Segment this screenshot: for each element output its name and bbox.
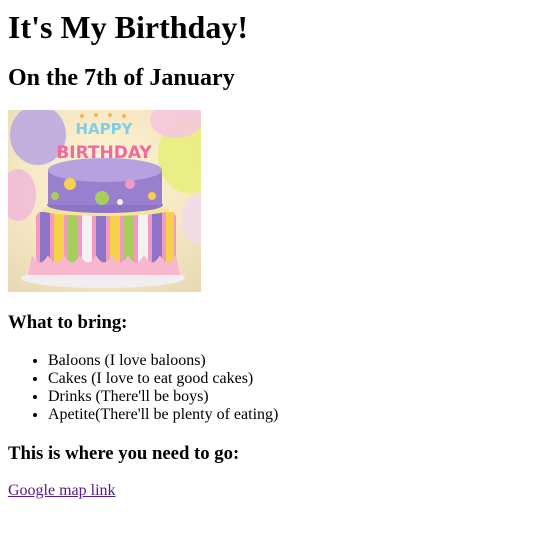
- list-item: Drinks (There'll be boys): [48, 388, 540, 406]
- bring-heading: What to bring:: [8, 312, 128, 333]
- link-paragraph: Google map link: [8, 482, 540, 500]
- birthday-cake-image: HAPPY BIRTHDAY: [8, 110, 201, 292]
- location-heading: This is where you need to go:: [8, 443, 240, 464]
- list-item: Cakes (I love to eat good cakes): [48, 370, 540, 388]
- page-title: It's My Birthday!: [8, 9, 248, 45]
- google-map-link[interactable]: Google map link: [8, 482, 116, 499]
- bring-list: Baloons (I love baloons) Cakes (I love t…: [8, 352, 540, 424]
- list-item: Apetite(There'll be plenty of eating): [48, 406, 540, 424]
- page: It's My Birthday! On the 7th of January: [0, 9, 548, 500]
- candle-birthday: BIRTHDAY: [56, 143, 152, 163]
- candle-happy: HAPPY: [75, 120, 133, 138]
- birthday-cake-image-svg: HAPPY BIRTHDAY: [8, 110, 201, 292]
- list-item: Baloons (I love baloons): [48, 352, 540, 370]
- page-subtitle: On the 7th of January: [8, 65, 235, 91]
